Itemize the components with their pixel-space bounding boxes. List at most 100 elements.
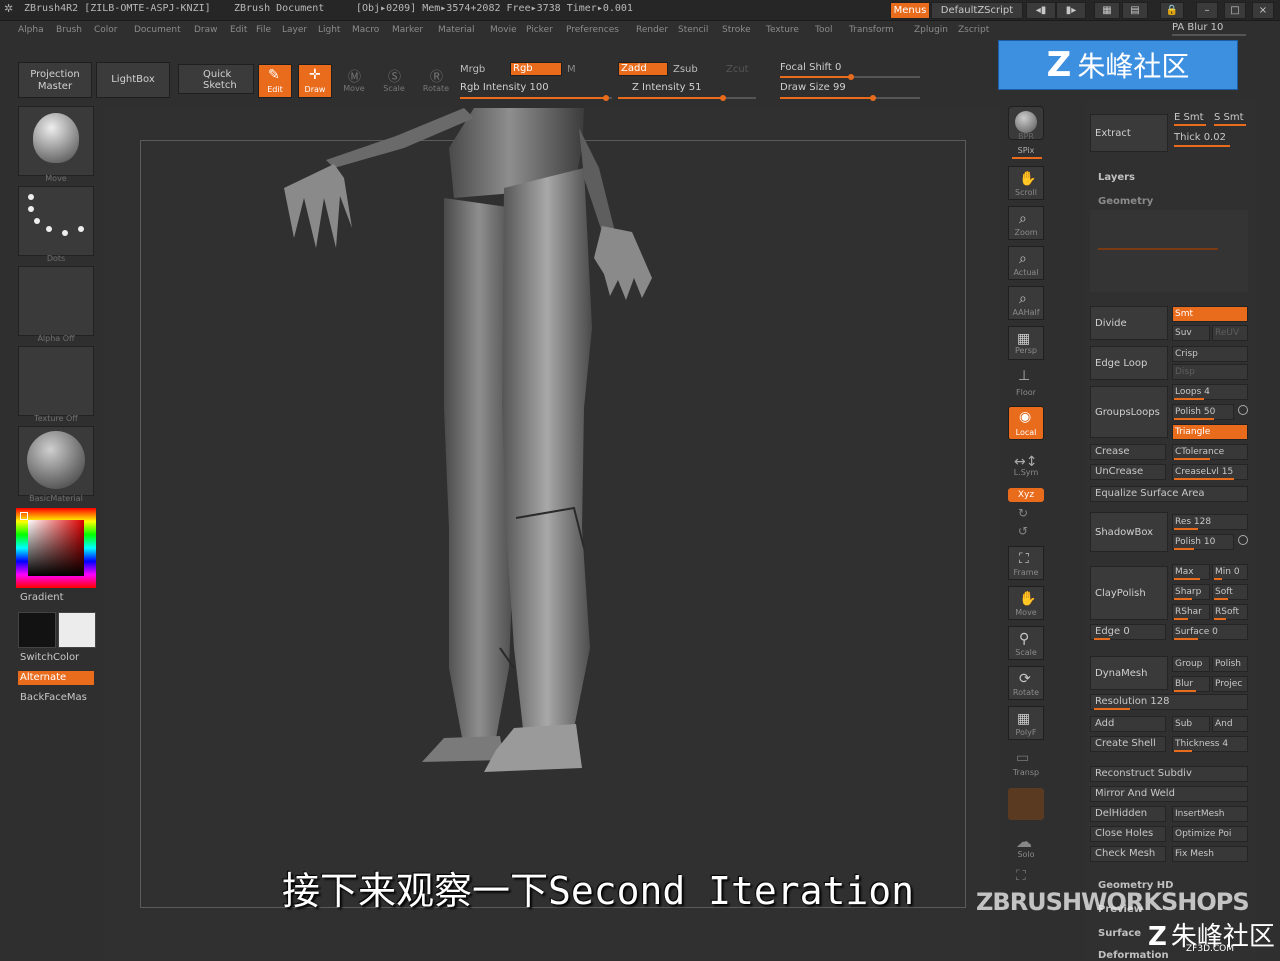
menu-light[interactable]: Light: [318, 25, 340, 35]
menu-draw[interactable]: Draw: [194, 25, 218, 35]
rotate-z-icon[interactable]: ↺: [1018, 524, 1028, 538]
menu-layer[interactable]: Layer: [282, 25, 307, 35]
menu-file[interactable]: File: [256, 25, 271, 35]
menu-render[interactable]: Render: [636, 25, 668, 35]
zsub-button[interactable]: Zsub: [673, 64, 698, 75]
and-button[interactable]: And: [1212, 716, 1248, 732]
rgb-intensity-slider[interactable]: Rgb Intensity 100: [460, 82, 549, 93]
lightbox-button[interactable]: LightBox: [96, 62, 170, 98]
color-saturation-square[interactable]: [28, 520, 84, 576]
fix-mesh-button[interactable]: Fix Mesh: [1172, 846, 1248, 862]
projection-master-button[interactable]: Projection Master: [18, 62, 92, 98]
prev-layout-icon[interactable]: ◂▮: [1026, 2, 1056, 19]
sub-button[interactable]: Sub: [1172, 716, 1210, 732]
gradient-label[interactable]: Gradient: [20, 592, 64, 603]
spix-slider[interactable]: SPix: [1004, 146, 1048, 155]
focal-shift-slider[interactable]: Focal Shift 0: [780, 62, 841, 73]
reuv-button[interactable]: ReUV: [1212, 325, 1248, 341]
menu-color[interactable]: Color: [94, 25, 118, 35]
menu-edit[interactable]: Edit: [230, 25, 247, 35]
focal-shift-knob[interactable]: [848, 74, 854, 80]
rotate-y-icon[interactable]: ↻: [1018, 506, 1028, 520]
project-toggle[interactable]: Projec: [1212, 676, 1248, 692]
shadowbox-polish-circle-icon[interactable]: [1238, 535, 1248, 545]
zadd-button[interactable]: Zadd: [618, 62, 668, 76]
move-button[interactable]: Ⓜ Move: [338, 64, 370, 98]
xyz-button[interactable]: Xyz: [1008, 488, 1044, 502]
dynamesh-polish-toggle[interactable]: Polish: [1212, 656, 1248, 672]
character-model[interactable]: [104, 108, 1000, 960]
main-color-swatch[interactable]: [18, 612, 56, 648]
menu-zplugin[interactable]: Zplugin: [914, 25, 948, 35]
menu-texture[interactable]: Texture: [766, 25, 799, 35]
color-picker-handle[interactable]: [20, 512, 28, 520]
switchcolor-button[interactable]: SwitchColor: [20, 652, 79, 663]
close-icon[interactable]: ×: [1252, 2, 1274, 19]
menus-button[interactable]: Menus: [890, 2, 930, 19]
uncrease-button[interactable]: UnCrease: [1090, 464, 1166, 480]
menu-brush[interactable]: Brush: [56, 25, 82, 35]
brush-move-tile[interactable]: [18, 106, 94, 176]
quick-sketch-button[interactable]: Quick Sketch: [178, 64, 254, 94]
menu-stroke[interactable]: Stroke: [722, 25, 751, 35]
geometry-section-header[interactable]: Geometry: [1098, 196, 1256, 207]
dynamesh-button[interactable]: DynaMesh: [1090, 656, 1168, 690]
edit-button[interactable]: ✎ Edit: [258, 64, 292, 98]
rgb-intensity-knob[interactable]: [603, 95, 609, 101]
xpose-button[interactable]: ⛶: [1008, 866, 1044, 890]
menu-macro[interactable]: Macro: [352, 25, 379, 35]
rgb-button[interactable]: Rgb: [510, 62, 562, 76]
menu-document[interactable]: Document: [134, 25, 181, 35]
thick-slider[interactable]: Thick 0.02: [1174, 132, 1226, 143]
add-button[interactable]: Add: [1090, 716, 1166, 732]
alpha-tile[interactable]: [18, 266, 94, 336]
polish-circle-toggle-icon[interactable]: [1238, 405, 1248, 415]
delhidden-button[interactable]: DelHidden: [1090, 806, 1166, 822]
stroke-dots-tile[interactable]: [18, 186, 94, 256]
edge-loop-button[interactable]: Edge Loop: [1090, 346, 1168, 380]
rotate-button[interactable]: Ⓡ Rotate: [418, 64, 454, 98]
m-button[interactable]: M: [567, 64, 576, 75]
s-smt-slider[interactable]: S Smt: [1214, 112, 1244, 123]
alternate-button[interactable]: Alternate: [18, 671, 94, 685]
scale-button[interactable]: Ⓢ Scale: [378, 64, 410, 98]
menu-picker[interactable]: Picker: [526, 25, 553, 35]
minimize-icon[interactable]: –: [1196, 2, 1218, 19]
menu-transform[interactable]: Transform: [849, 25, 894, 35]
menu-alpha[interactable]: Alpha: [18, 25, 44, 35]
z-intensity-knob[interactable]: [720, 95, 726, 101]
layers-section-header[interactable]: Layers: [1098, 172, 1256, 183]
secondary-color-swatch[interactable]: [58, 612, 96, 648]
lock-icon[interactable]: 🔒: [1160, 2, 1184, 19]
draw-size-slider[interactable]: Draw Size 99: [780, 82, 846, 93]
menu-tool[interactable]: Tool: [815, 25, 832, 35]
insertmesh-button[interactable]: InsertMesh: [1172, 806, 1248, 822]
suv-toggle[interactable]: Suv: [1172, 325, 1210, 341]
equalize-surface-area-button[interactable]: Equalize Surface Area: [1090, 486, 1248, 502]
draw-size-knob[interactable]: [870, 95, 876, 101]
smt-toggle[interactable]: Smt: [1172, 306, 1248, 322]
pa-blur-slider[interactable]: PA Blur 10: [1172, 22, 1223, 33]
claypolish-button[interactable]: ClayPolish: [1090, 566, 1168, 620]
maximize-icon[interactable]: □: [1224, 2, 1246, 19]
crisp-toggle[interactable]: Crisp: [1172, 346, 1248, 362]
reconstruct-subdiv-button[interactable]: Reconstruct Subdiv: [1090, 766, 1248, 782]
crease-button[interactable]: Crease: [1090, 444, 1166, 460]
ghost-button[interactable]: [1008, 788, 1044, 820]
extract-button[interactable]: Extract: [1090, 114, 1168, 152]
e-smt-slider[interactable]: E Smt: [1174, 112, 1204, 123]
close-holes-button[interactable]: Close Holes: [1090, 826, 1166, 842]
check-mesh-button[interactable]: Check Mesh: [1090, 846, 1166, 862]
divide-button[interactable]: Divide: [1090, 306, 1168, 340]
group-toggle[interactable]: Group: [1172, 656, 1210, 672]
color-picker[interactable]: [16, 508, 96, 588]
next-layout-icon[interactable]: ▮▸: [1056, 2, 1086, 19]
z-intensity-slider[interactable]: Z Intensity 51: [632, 82, 701, 93]
shadowbox-button[interactable]: ShadowBox: [1090, 512, 1168, 552]
default-zscript-button[interactable]: DefaultZScript: [931, 2, 1023, 19]
mrgb-button[interactable]: Mrgb: [460, 64, 485, 75]
menu-movie[interactable]: Movie: [490, 25, 517, 35]
menu-stencil[interactable]: Stencil: [678, 25, 708, 35]
draw-button[interactable]: ✛ Draw: [298, 64, 332, 98]
disp-toggle[interactable]: Disp: [1172, 364, 1248, 380]
